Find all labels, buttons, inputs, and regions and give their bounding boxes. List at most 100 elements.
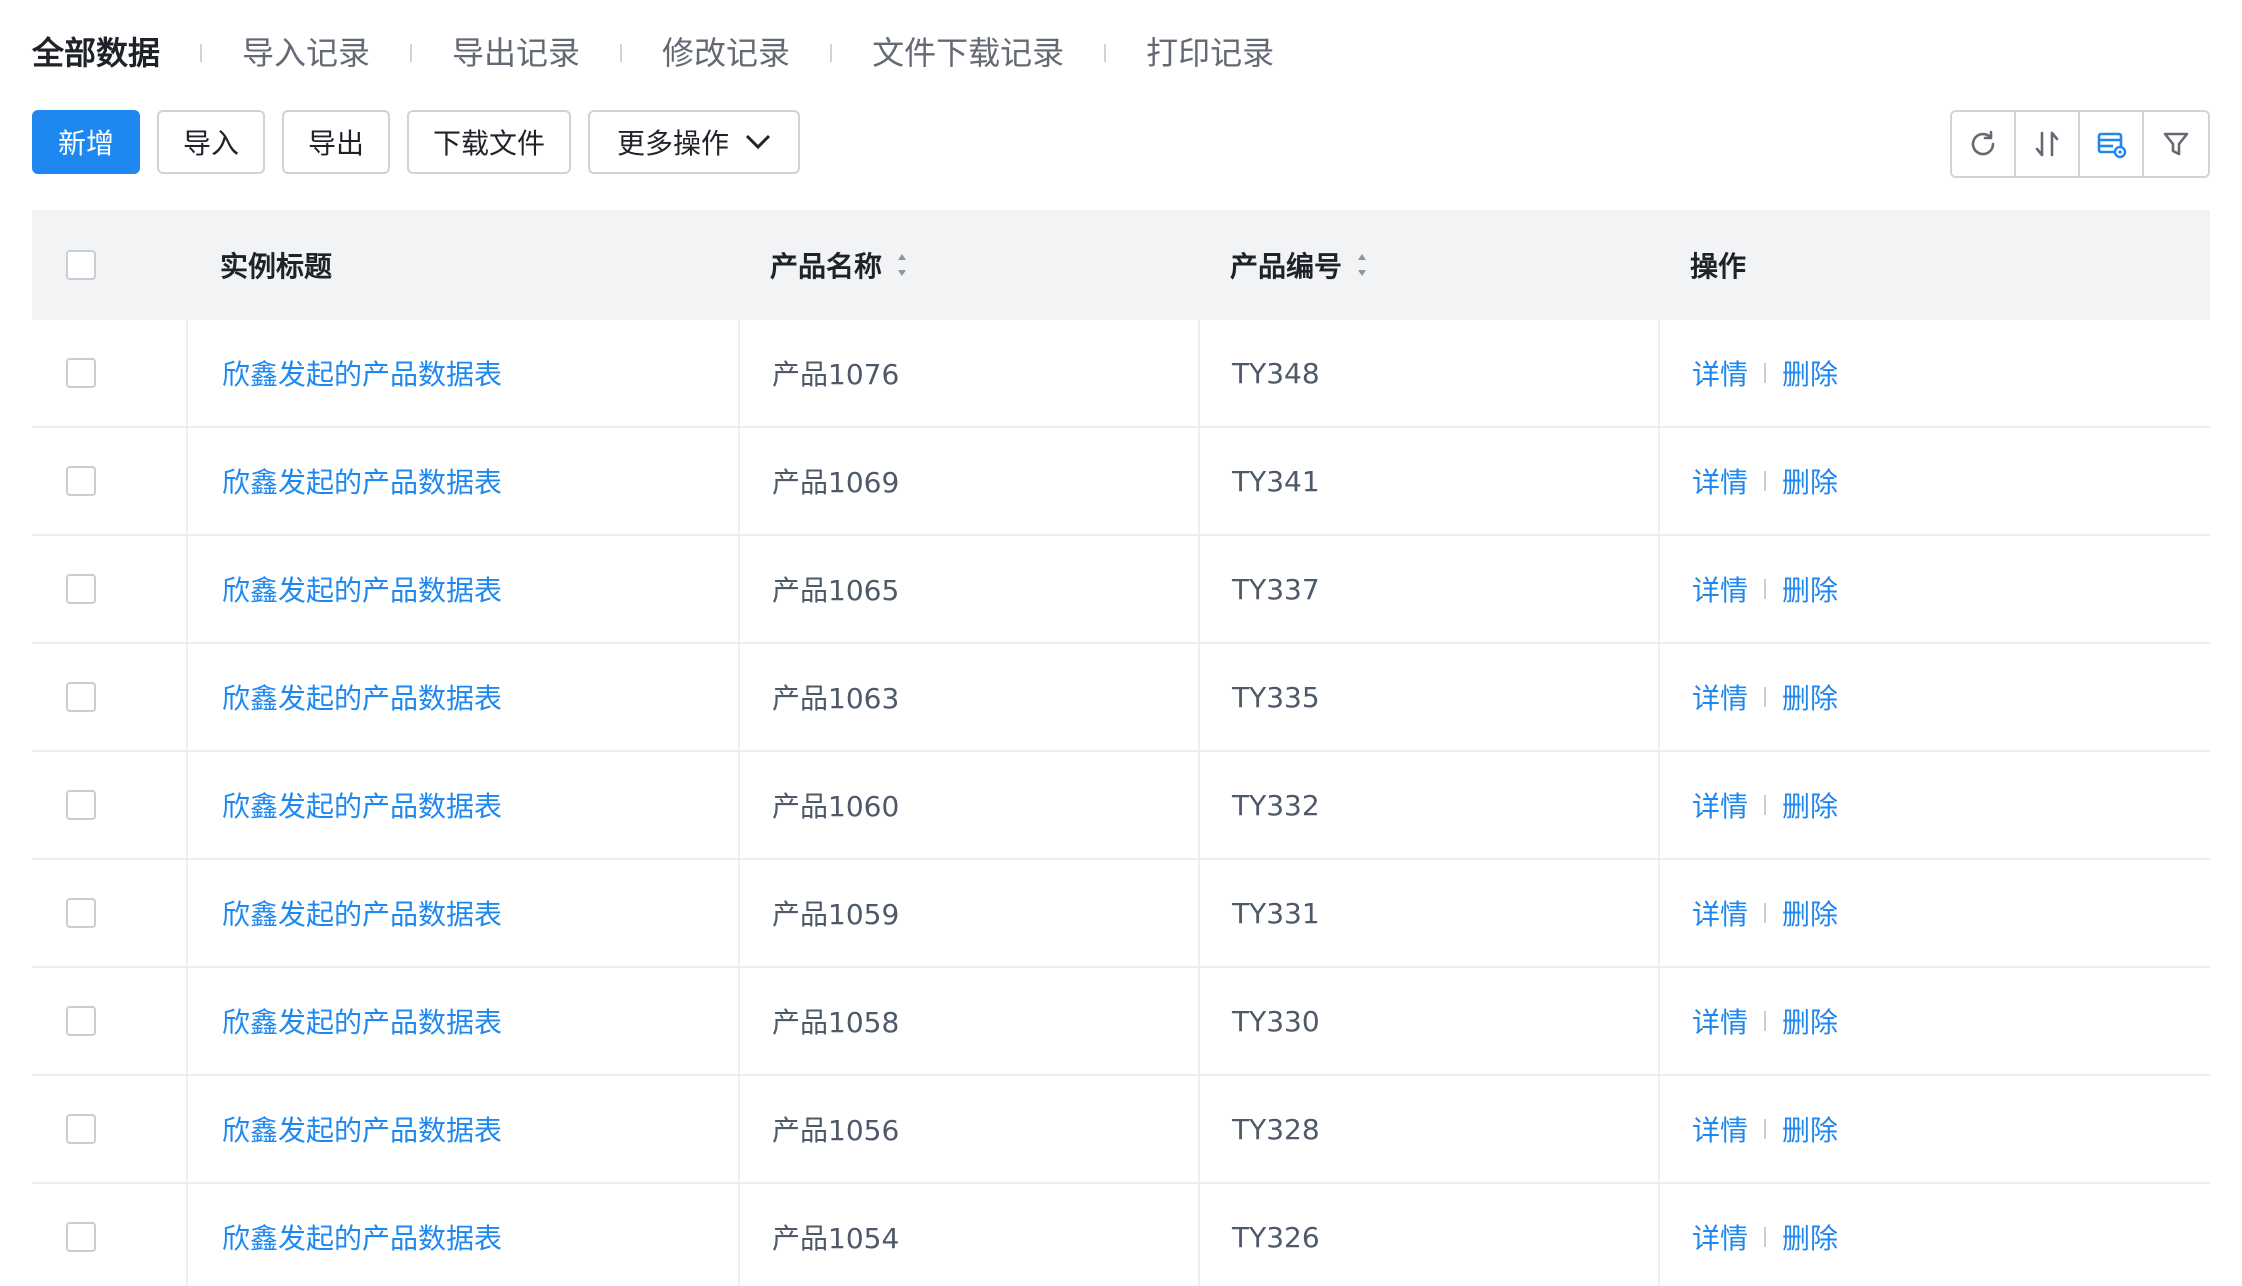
tab-print-records[interactable]: 打印记录 xyxy=(1146,28,1274,78)
detail-link[interactable]: 详情 xyxy=(1692,569,1748,609)
tab-file-download-records[interactable]: 文件下载记录 xyxy=(872,28,1064,78)
instance-title-link[interactable]: 欣鑫发起的产品数据表 xyxy=(222,461,502,501)
title-cell: 欣鑫发起的产品数据表 xyxy=(186,644,738,750)
detail-link[interactable]: 详情 xyxy=(1692,677,1748,717)
table-header: 实例标题 产品名称 产品编号 操作 xyxy=(32,210,2210,320)
product-name-cell: 产品1054 xyxy=(738,1184,1198,1286)
row-checkbox[interactable] xyxy=(66,790,96,820)
instance-title-link[interactable]: 欣鑫发起的产品数据表 xyxy=(222,893,502,933)
table-row: 欣鑫发起的产品数据表 产品1058 TY330 详情 删除 xyxy=(32,968,2210,1076)
export-button[interactable]: 导出 xyxy=(282,110,390,174)
refresh-icon[interactable] xyxy=(1952,112,2016,176)
product-name-cell: 产品1076 xyxy=(738,320,1198,426)
product-code-cell: TY332 xyxy=(1198,752,1658,858)
add-button[interactable]: 新增 xyxy=(32,110,140,174)
detail-link[interactable]: 详情 xyxy=(1692,893,1748,933)
row-checkbox[interactable] xyxy=(66,898,96,928)
row-checkbox-cell xyxy=(32,968,186,1074)
row-checkbox-cell xyxy=(32,1184,186,1286)
delete-link[interactable]: 删除 xyxy=(1782,353,1838,393)
row-checkbox[interactable] xyxy=(66,358,96,388)
download-file-button[interactable]: 下载文件 xyxy=(407,110,571,174)
sort-icon[interactable] xyxy=(1356,251,1368,279)
row-checkbox[interactable] xyxy=(66,1222,96,1252)
instance-title-link[interactable]: 欣鑫发起的产品数据表 xyxy=(222,1001,502,1041)
toolbar: 新增 导入 导出 下载文件 更多操作 xyxy=(32,110,817,174)
more-actions-dropdown[interactable]: 更多操作 xyxy=(588,110,800,174)
instance-title-link[interactable]: 欣鑫发起的产品数据表 xyxy=(222,353,502,393)
detail-link[interactable]: 详情 xyxy=(1692,461,1748,501)
tab-modify-records[interactable]: 修改记录 xyxy=(662,28,790,78)
table-row: 欣鑫发起的产品数据表 产品1056 TY328 详情 删除 xyxy=(32,1076,2210,1184)
delete-link[interactable]: 删除 xyxy=(1782,1001,1838,1041)
product-code-cell: TY328 xyxy=(1198,1076,1658,1182)
product-code: TY330 xyxy=(1232,1004,1320,1038)
table-row: 欣鑫发起的产品数据表 产品1063 TY335 详情 删除 xyxy=(32,644,2210,752)
sort-icon[interactable] xyxy=(896,251,908,279)
column-settings-icon[interactable] xyxy=(2080,112,2144,176)
title-cell: 欣鑫发起的产品数据表 xyxy=(186,1076,738,1182)
data-table: 实例标题 产品名称 产品编号 操作 欣鑫发起的产品数据表 产品1076 TY34… xyxy=(32,210,2210,1286)
instance-title-link[interactable]: 欣鑫发起的产品数据表 xyxy=(222,677,502,717)
product-name-cell: 产品1065 xyxy=(738,536,1198,642)
table-row: 欣鑫发起的产品数据表 产品1069 TY341 详情 删除 xyxy=(32,428,2210,536)
actions-cell: 详情 删除 xyxy=(1658,320,2210,426)
header-actions: 操作 xyxy=(1658,210,2210,320)
product-code: TY331 xyxy=(1232,896,1320,930)
action-divider xyxy=(1764,687,1767,707)
row-checkbox[interactable] xyxy=(66,466,96,496)
product-name: 产品1065 xyxy=(772,574,900,607)
product-code-cell: TY326 xyxy=(1198,1184,1658,1286)
delete-link[interactable]: 删除 xyxy=(1782,1109,1838,1149)
detail-link[interactable]: 详情 xyxy=(1692,1217,1748,1257)
title-cell: 欣鑫发起的产品数据表 xyxy=(186,320,738,426)
detail-link[interactable]: 详情 xyxy=(1692,1001,1748,1041)
delete-link[interactable]: 删除 xyxy=(1782,569,1838,609)
action-divider xyxy=(1764,1119,1767,1139)
delete-link[interactable]: 删除 xyxy=(1782,461,1838,501)
table-row: 欣鑫发起的产品数据表 产品1065 TY337 详情 删除 xyxy=(32,536,2210,644)
tab-export-records[interactable]: 导出记录 xyxy=(452,28,580,78)
tab-import-records[interactable]: 导入记录 xyxy=(242,28,370,78)
instance-title-link[interactable]: 欣鑫发起的产品数据表 xyxy=(222,785,502,825)
filter-icon[interactable] xyxy=(2144,112,2208,176)
product-name-cell: 产品1058 xyxy=(738,968,1198,1074)
more-actions-label: 更多操作 xyxy=(616,127,729,160)
delete-link[interactable]: 删除 xyxy=(1782,677,1838,717)
delete-link[interactable]: 删除 xyxy=(1782,1217,1838,1257)
detail-link[interactable]: 详情 xyxy=(1692,353,1748,393)
instance-title-link[interactable]: 欣鑫发起的产品数据表 xyxy=(222,1217,502,1257)
tab-all-data[interactable]: 全部数据 xyxy=(32,28,160,78)
column-header-product-code: 产品编号 xyxy=(1230,250,1343,283)
header-checkbox-cell xyxy=(32,210,186,320)
product-name: 产品1054 xyxy=(772,1222,900,1255)
detail-link[interactable]: 详情 xyxy=(1692,1109,1748,1149)
row-checkbox-cell xyxy=(32,320,186,426)
title-cell: 欣鑫发起的产品数据表 xyxy=(186,536,738,642)
row-checkbox-cell xyxy=(32,644,186,750)
row-checkbox[interactable] xyxy=(66,1006,96,1036)
instance-title-link[interactable]: 欣鑫发起的产品数据表 xyxy=(222,1109,502,1149)
row-checkbox[interactable] xyxy=(66,682,96,712)
product-name: 产品1060 xyxy=(772,790,900,823)
sort-icon[interactable] xyxy=(2016,112,2080,176)
product-code-cell: TY348 xyxy=(1198,320,1658,426)
delete-link[interactable]: 删除 xyxy=(1782,785,1838,825)
action-divider xyxy=(1764,363,1767,383)
delete-link[interactable]: 删除 xyxy=(1782,893,1838,933)
table-row: 欣鑫发起的产品数据表 产品1054 TY326 详情 删除 xyxy=(32,1184,2210,1286)
title-cell: 欣鑫发起的产品数据表 xyxy=(186,752,738,858)
import-button[interactable]: 导入 xyxy=(157,110,265,174)
action-divider xyxy=(1764,1227,1767,1247)
row-checkbox[interactable] xyxy=(66,1114,96,1144)
row-checkbox-cell xyxy=(32,1076,186,1182)
select-all-checkbox[interactable] xyxy=(66,250,96,280)
detail-link[interactable]: 详情 xyxy=(1692,785,1748,825)
instance-title-link[interactable]: 欣鑫发起的产品数据表 xyxy=(222,569,502,609)
tab-divider xyxy=(200,44,203,62)
header-product-code: 产品编号 xyxy=(1198,210,1658,320)
product-code-cell: TY330 xyxy=(1198,968,1658,1074)
record-tabs: 全部数据 导入记录 导出记录 修改记录 文件下载记录 打印记录 xyxy=(32,28,1274,78)
action-divider xyxy=(1764,903,1767,923)
row-checkbox[interactable] xyxy=(66,574,96,604)
